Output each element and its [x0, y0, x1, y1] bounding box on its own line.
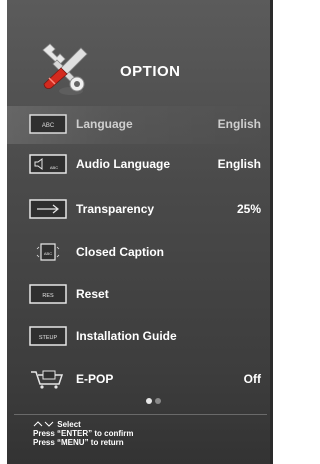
- help-select-text: Select: [57, 420, 81, 429]
- speaker-abc-icon: ABC: [29, 154, 67, 174]
- help-select-line: Select: [33, 420, 133, 429]
- menu-item-value: 25%: [236, 202, 261, 216]
- menu-item-value: Off: [243, 372, 261, 386]
- menu-item-label: E-POP: [76, 372, 114, 386]
- option-menu-panel: OPTION ABC Language English ABC Audio La…: [7, 0, 273, 464]
- setup-icon-text: STEUP: [39, 335, 58, 341]
- wrench-screwdriver-icon: [42, 43, 88, 95]
- menu-item-label: Reset: [76, 287, 109, 301]
- menu-header: OPTION: [7, 0, 273, 110]
- res-icon: RES: [29, 284, 67, 304]
- help-footer: Select Press “ENTER” to confirm Press “M…: [33, 420, 133, 447]
- res-icon-text: RES: [42, 293, 54, 299]
- menu-item-reset[interactable]: RES Reset: [7, 276, 273, 314]
- menu-item-value: English: [217, 157, 261, 171]
- abc-icon: ABC: [29, 114, 67, 134]
- arrow-box-icon: [29, 199, 67, 219]
- menu-item-e-pop[interactable]: E-POP Off: [7, 361, 273, 399]
- menu-item-closed-caption[interactable]: ABC Closed Caption: [7, 234, 273, 272]
- menu-item-language[interactable]: ABC Language English: [7, 106, 273, 144]
- menu-title: OPTION: [120, 63, 181, 80]
- menu-item-audio-language[interactable]: ABC Audio Language English: [7, 146, 273, 184]
- menu-item-label: Installation Guide: [76, 329, 177, 343]
- page-dot-active: [146, 398, 152, 404]
- svg-text:ABC: ABC: [44, 251, 52, 256]
- menu-item-installation-guide[interactable]: STEUP Installation Guide: [7, 318, 273, 356]
- menu-item-transparency[interactable]: Transparency 25%: [7, 191, 273, 229]
- svg-text:ABC: ABC: [50, 165, 58, 170]
- menu-item-label: Closed Caption: [76, 245, 165, 259]
- page-indicator: [146, 398, 161, 404]
- menu-item-label: Language: [76, 117, 133, 131]
- tv-screen: OPTION ABC Language English ABC Audio La…: [0, 0, 286, 464]
- menu-item-label: Transparency: [76, 202, 155, 216]
- menu-item-value: English: [217, 117, 261, 131]
- page-dot: [155, 398, 161, 404]
- menu-item-label: Audio Language: [76, 157, 170, 171]
- help-return: Press “MENU” to return: [33, 438, 124, 447]
- help-confirm: Press “ENTER” to confirm: [33, 429, 134, 438]
- cart-icon: [31, 370, 64, 389]
- cc-page-icon: ABC: [36, 243, 60, 261]
- setup-icon: STEUP: [29, 326, 67, 346]
- up-down-arrows-icon: [33, 421, 54, 427]
- abc-icon-text: ABC: [42, 123, 55, 129]
- footer-divider: [14, 414, 267, 415]
